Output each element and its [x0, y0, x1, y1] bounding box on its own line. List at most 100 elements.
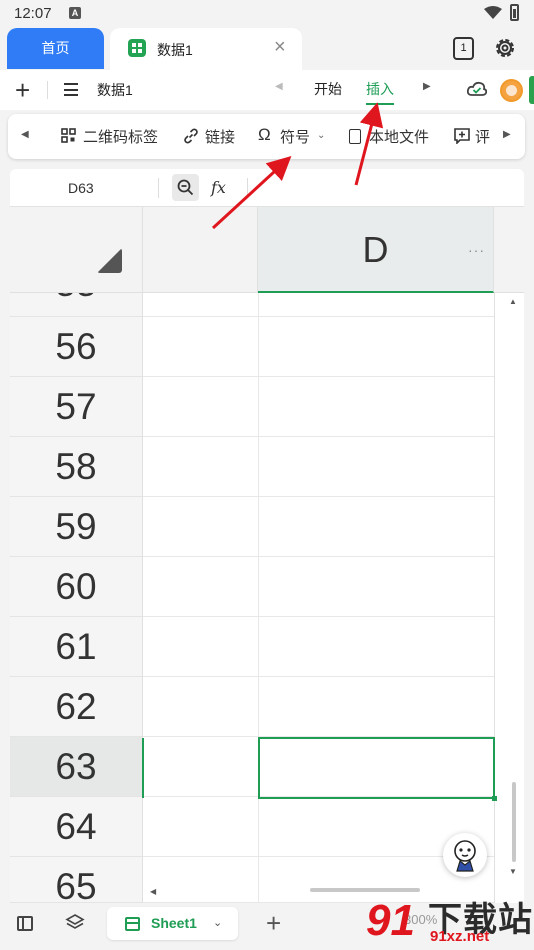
- cloud-sync-icon[interactable]: [467, 81, 487, 97]
- row-header[interactable]: 56: [10, 317, 143, 377]
- assistant-mascot-button[interactable]: [443, 833, 487, 877]
- row-header[interactable]: 58: [10, 437, 143, 497]
- table-row[interactable]: [143, 293, 494, 317]
- file-icon: [349, 129, 361, 144]
- select-all-corner-cover: [10, 207, 143, 293]
- chevron-down-icon[interactable]: ⌄: [213, 916, 222, 929]
- toolbar-item-comment[interactable]: 评: [475, 126, 490, 147]
- toolbar-item-local-file[interactable]: 本地文件: [369, 126, 429, 147]
- table-row[interactable]: [143, 797, 494, 857]
- table-row[interactable]: [143, 557, 494, 617]
- notification-icon: A: [69, 7, 81, 19]
- toolbar-scroll-right-icon[interactable]: ▶: [503, 129, 511, 140]
- column-header-c[interactable]: [143, 207, 258, 293]
- wifi-icon: [484, 6, 502, 19]
- zoom-button[interactable]: [172, 174, 199, 201]
- sidebar-panel-icon[interactable]: [17, 916, 33, 931]
- avatar[interactable]: [500, 79, 523, 102]
- divider: [247, 178, 248, 198]
- toolbar-item-link[interactable]: 链接: [205, 126, 235, 147]
- new-button[interactable]: +: [15, 75, 30, 105]
- close-icon[interactable]: ×: [274, 37, 286, 57]
- row-header-active[interactable]: 63: [10, 737, 143, 797]
- table-row[interactable]: [143, 677, 494, 737]
- selection-row-marker: [142, 738, 144, 798]
- active-menu-indicator: [366, 103, 394, 105]
- mascot-icon: [454, 840, 476, 872]
- zoom-out-icon: [177, 179, 194, 196]
- column-header-label: D: [362, 229, 389, 270]
- table-row[interactable]: [143, 497, 494, 557]
- spreadsheet-grid[interactable]: D ··· 55 56 57 58 59 60 61 62 63 64 65 ▲…: [10, 207, 524, 903]
- watermark-logo: 91 下载站 91xz.net: [366, 890, 534, 950]
- toolbar-scroll-left-icon[interactable]: ◀: [21, 129, 29, 140]
- sheet-tab-label: Sheet1: [151, 915, 197, 931]
- row-header[interactable]: 59: [10, 497, 143, 557]
- table-row[interactable]: [143, 317, 494, 377]
- chevron-down-icon[interactable]: ⌄: [317, 130, 325, 141]
- watermark-logo-mark: 91: [366, 896, 415, 945]
- cell-reference[interactable]: D63: [68, 180, 94, 196]
- watermark-site: 91xz.net: [430, 928, 490, 945]
- table-row[interactable]: [143, 617, 494, 677]
- table-row[interactable]: [143, 437, 494, 497]
- divider: [47, 81, 48, 99]
- more-options-icon[interactable]: ···: [468, 207, 485, 293]
- column-header-e[interactable]: [494, 207, 524, 293]
- tab-home[interactable]: 首页: [7, 28, 104, 69]
- corner-triangle-icon: [97, 248, 122, 273]
- sheet-icon: [125, 917, 140, 931]
- tab-document-title: 数据1: [157, 42, 193, 58]
- comment-add-icon: [454, 128, 470, 144]
- row-header-label: 60: [55, 566, 97, 607]
- link-icon: [184, 128, 198, 144]
- row-header[interactable]: 65: [10, 857, 143, 903]
- menu-row: + 数据1 ◀ 开始 插入 ▶: [0, 70, 534, 110]
- qrcode-icon: [61, 128, 76, 143]
- add-sheet-button[interactable]: +: [266, 908, 281, 938]
- table-row[interactable]: [143, 377, 494, 437]
- tab-bar: 首页 数据1 × 1: [0, 28, 534, 70]
- row-header-label: 63: [55, 746, 97, 787]
- formula-bar: D63 fx: [10, 169, 524, 207]
- insert-toolbar: ◀ 二维码标签 链接 Ω 符号 ⌄ 本地文件 评 ▶: [8, 114, 525, 159]
- menu-scroll-left-icon[interactable]: ◀: [275, 81, 283, 92]
- divider: [494, 293, 495, 903]
- toolbar-item-symbol[interactable]: 符号: [280, 126, 310, 147]
- row-header[interactable]: 57: [10, 377, 143, 437]
- row-header-label: 64: [55, 806, 97, 847]
- menu-item-start[interactable]: 开始: [314, 79, 342, 99]
- sheet-tab[interactable]: Sheet1 ⌄: [107, 907, 238, 940]
- vertical-scrollbar[interactable]: [512, 782, 516, 862]
- row-header[interactable]: 61: [10, 617, 143, 677]
- gear-icon[interactable]: [493, 36, 517, 60]
- selected-cell[interactable]: [258, 737, 497, 801]
- row-header-label: 57: [55, 386, 97, 427]
- menu-item-insert[interactable]: 插入: [366, 79, 394, 99]
- scroll-up-icon[interactable]: ▲: [509, 297, 517, 306]
- share-edge-button[interactable]: [529, 76, 534, 104]
- scroll-left-icon[interactable]: ◀: [150, 887, 156, 896]
- scroll-down-icon[interactable]: ▼: [509, 867, 517, 876]
- omega-icon: Ω: [258, 125, 271, 144]
- row-header[interactable]: 62: [10, 677, 143, 737]
- layers-icon[interactable]: [65, 913, 85, 933]
- row-header-label: 65: [55, 866, 97, 903]
- function-icon[interactable]: fx: [211, 178, 226, 197]
- battery-icon: [510, 4, 519, 21]
- row-header-label: 56: [55, 326, 97, 367]
- window-count-button[interactable]: 1: [453, 37, 474, 60]
- row-header-label: 58: [55, 446, 97, 487]
- row-header-label: 62: [55, 686, 97, 727]
- row-header[interactable]: 64: [10, 797, 143, 857]
- column-header-d[interactable]: D ···: [258, 207, 494, 293]
- row-header[interactable]: 60: [10, 557, 143, 617]
- hamburger-menu-icon[interactable]: [64, 83, 78, 96]
- status-time: 12:07: [14, 5, 52, 22]
- toolbar-item-qrcode[interactable]: 二维码标签: [83, 126, 158, 147]
- menu-scroll-right-icon[interactable]: ▶: [423, 81, 431, 92]
- spreadsheet-icon: [128, 39, 146, 57]
- tab-document[interactable]: 数据1 ×: [110, 28, 302, 70]
- divider: [158, 178, 159, 198]
- row-header-label: 59: [55, 506, 97, 547]
